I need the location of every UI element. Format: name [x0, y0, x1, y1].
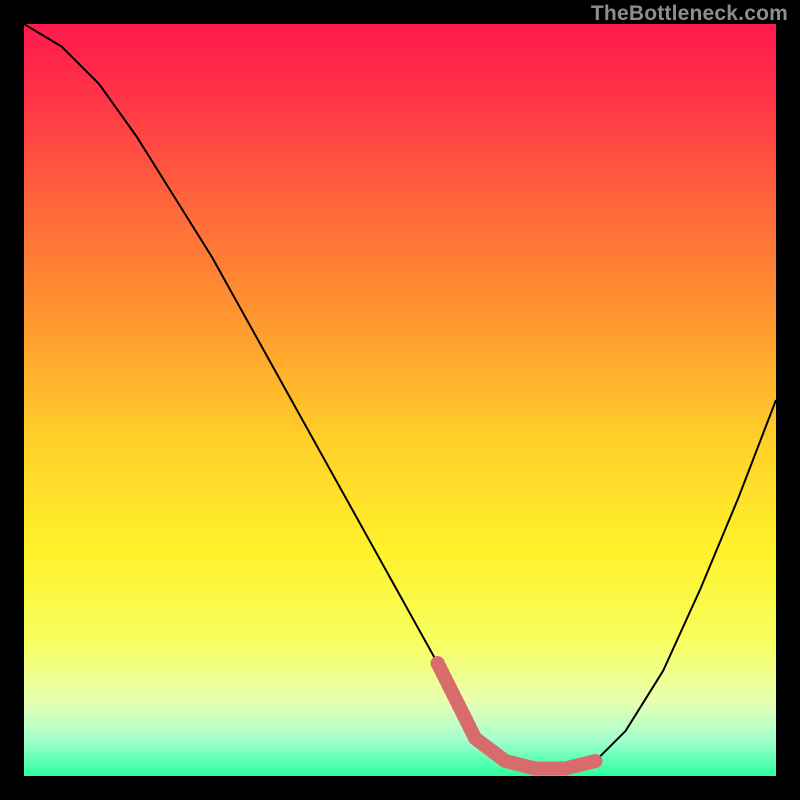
chart-frame: TheBottleneck.com: [0, 0, 800, 800]
accent-dot: [442, 679, 456, 693]
accent-dot: [431, 656, 445, 670]
plot-area: [24, 24, 776, 776]
watermark-text: TheBottleneck.com: [591, 2, 788, 26]
curve-layer: [24, 24, 776, 776]
bottleneck-curve: [24, 24, 776, 769]
flat-bottom-accent: [438, 663, 596, 768]
